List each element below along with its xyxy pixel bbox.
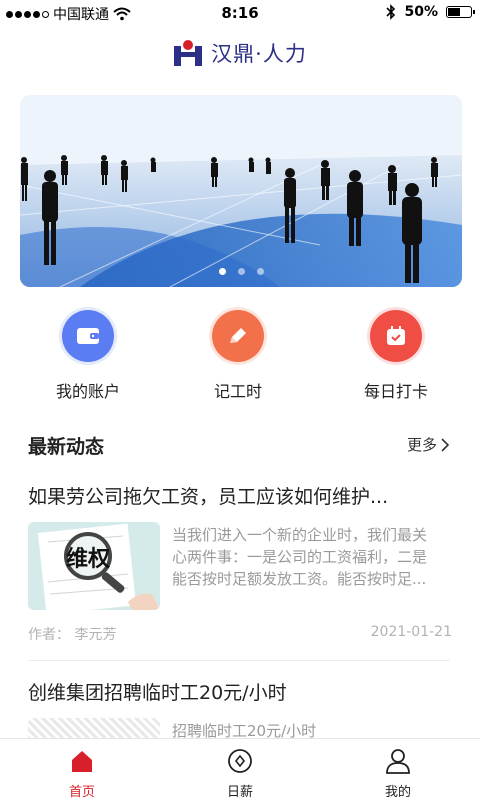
carousel-dot[interactable] — [218, 268, 226, 275]
tab-mine-label: 我的 — [384, 785, 411, 800]
home-icon — [32, 747, 132, 775]
tab-daily-pay[interactable]: 日薪 — [190, 747, 290, 800]
summary-line: 能否按时足额发放工资。能否按时足... — [172, 570, 427, 588]
tab-bar: 首页 日薪 我的 — [0, 738, 480, 800]
tab-home[interactable]: 首页 — [32, 747, 132, 800]
news-summary: 当我们进入一个新的企业时，我们最关 心两件事：一是公司的工资福利，二是 能否按时… — [172, 524, 454, 590]
summary-line: 心两件事：一是公司的工资福利，二是 — [172, 548, 428, 566]
bluetooth-icon — [386, 4, 396, 20]
carousel-indicator — [20, 268, 462, 275]
banner-image — [20, 95, 462, 287]
tab-mine[interactable]: 我的 — [348, 747, 448, 800]
news-date: 2021-01-21 — [370, 624, 452, 640]
tab-daily-pay-label: 日薪 — [226, 785, 253, 800]
wallet-icon — [62, 310, 114, 362]
daily-checkin-button[interactable]: 每日打卡 — [336, 310, 456, 402]
chevron-right-icon — [441, 437, 450, 452]
more-link[interactable]: 更多 — [407, 434, 450, 455]
thumbnail-text: 维权 — [66, 546, 111, 572]
status-bar: 中国联通 8:16 50% — [0, 0, 480, 28]
battery-percent: 50% — [404, 4, 438, 20]
carousel-dot[interactable] — [256, 268, 264, 275]
log-hours-label: 记工时 — [213, 382, 262, 401]
calendar-check-icon — [370, 310, 422, 362]
news-author: 作者： 李元芳 — [28, 627, 117, 643]
logo-text: 汉鼎·人力 — [211, 42, 307, 66]
daily-checkin-label: 每日打卡 — [363, 382, 428, 401]
log-hours-button[interactable]: 记工时 — [178, 310, 298, 402]
my-account-label: 我的账户 — [55, 382, 120, 401]
more-label: 更多 — [406, 436, 437, 454]
news-item-title[interactable]: 创维集团招聘临时工20元/小时 — [28, 678, 458, 705]
carousel-dot[interactable] — [237, 268, 245, 275]
news-thumbnail[interactable]: 维权 — [28, 522, 160, 610]
app-logo: 汉鼎·人力 — [0, 38, 480, 68]
news-item-title[interactable]: 如果劳公司拖欠工资，员工应该如何维护... — [28, 482, 458, 509]
battery-icon — [446, 6, 475, 18]
pencil-icon — [212, 310, 264, 362]
summary-line: 当我们进入一个新的企业时，我们最关 — [172, 526, 428, 544]
tab-home-label: 首页 — [68, 785, 95, 800]
coin-icon — [190, 747, 290, 775]
logo-mark-icon — [174, 40, 203, 66]
news-section-title: 最新动态 — [28, 436, 105, 458]
user-icon — [348, 747, 448, 775]
my-account-button[interactable]: 我的账户 — [28, 310, 148, 402]
divider — [28, 660, 450, 661]
banner-carousel[interactable] — [20, 95, 462, 287]
